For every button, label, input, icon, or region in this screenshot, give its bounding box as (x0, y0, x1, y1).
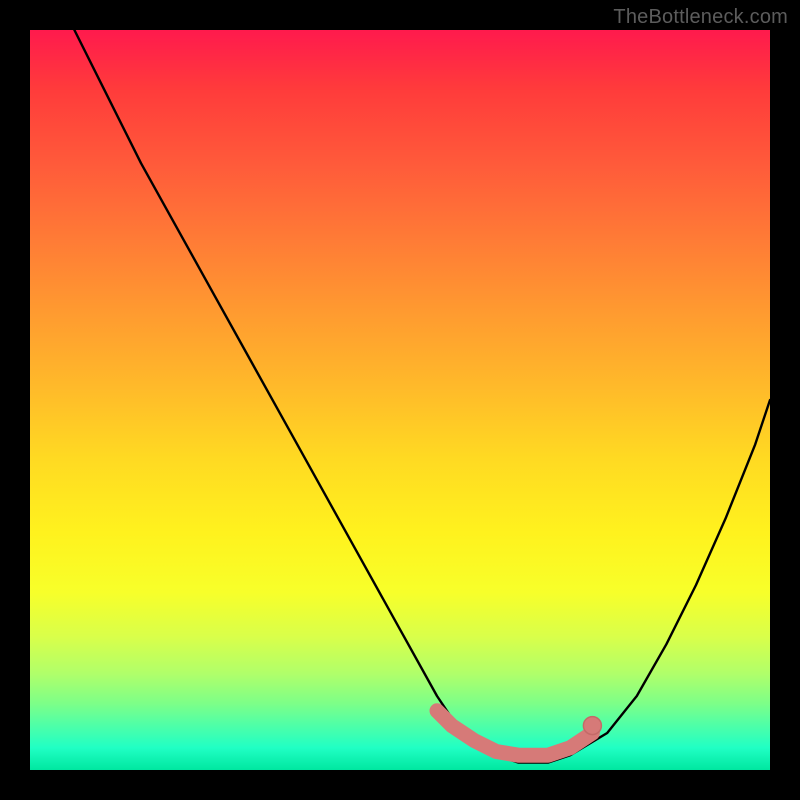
curve-layer (30, 30, 770, 770)
chart-frame: TheBottleneck.com (0, 0, 800, 800)
bottleneck-curve (74, 30, 770, 763)
plot-area (30, 30, 770, 770)
watermark-text: TheBottleneck.com (613, 6, 788, 29)
end-marker (583, 717, 601, 735)
optimal-band (437, 711, 592, 755)
